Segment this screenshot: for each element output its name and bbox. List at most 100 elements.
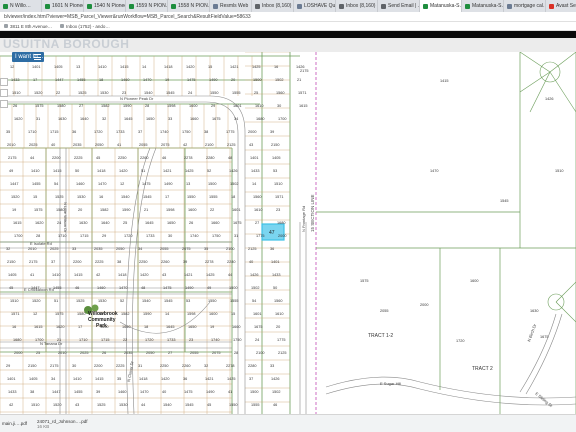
parcel-number: 1530 [119,403,127,407]
parcel-number: 1560 [253,195,261,199]
browser-tab-strip: N Willo… 1601 N Pioneer… 1540 N Pioneer… 15… [0,0,576,12]
parcel-number: 2010 [7,143,15,147]
browser-tab[interactable]: Resmls Web [210,0,252,12]
parcel-number: 13 [99,312,103,316]
parcel-number: 1640 [122,325,130,329]
browser-tab[interactable]: 1540 N Pioneer… [84,0,126,12]
parcel-number: 43 [162,273,166,277]
parcel-number: 1601 [253,312,261,316]
parcel-number: 2175 [50,364,58,368]
menu-icon[interactable] [34,54,41,60]
parcel-number: 1418 [164,65,172,69]
parcel-number: 33 [72,247,76,251]
browser-tab[interactable]: Matanuska-S… [420,0,462,12]
parcel-number: 39 [96,390,100,394]
parcel-number: 1433 [251,169,259,173]
parcel-number: 1433 [8,390,16,394]
parcel-number: 1645 [145,221,153,225]
parcel-number: 1475 [184,390,192,394]
tract-boundaries [316,52,576,414]
parcel-number: 1580 [77,312,85,316]
parcel-number: 1545 [500,199,508,203]
layers-icon[interactable] [0,100,8,108]
parcel-number: 1720 [456,339,464,343]
parcel-number: 37 [249,377,253,381]
parcel-number: 1715 [101,338,109,342]
parcel-number: 12 [10,65,14,69]
parcel-number: 19 [12,208,16,212]
parcel-number: 1530 [98,299,106,303]
parcel-number: 2035 [73,143,81,147]
parcel-number: 1550 [229,403,237,407]
parcel-number: 1460 [97,286,105,290]
parcel-number: 1630 [530,309,538,313]
parcel-number: 16 [274,65,278,69]
parcel-number: 24 [57,221,61,225]
parcel-number: 25 [123,221,127,225]
bookmark-item[interactable]: 3811 E 8th Avenue… [4,24,52,29]
parcel-number: 12 [33,312,37,316]
parcel-number: 1715 [80,234,88,238]
parcel-number: 1630 [79,221,87,225]
parcel-number: 1715 [50,130,58,134]
parcel-number: 1580 [57,104,65,108]
browser-tab[interactable]: Inbox (8,160) [336,0,378,12]
parcel-number: 1420 [186,65,194,69]
parcel-number: 2055 [380,309,388,313]
parcel-number: 1660 [211,221,219,225]
map-canvas[interactable]: 47 Willowbrook Community Park N Pioneer … [0,52,576,414]
parcel-number: 1415 [74,273,82,277]
parcel-number: 1415 [120,65,128,69]
tract-label: TRACT 2 [472,366,493,372]
parcel-number: 1740 [211,338,219,342]
parcel-number: 1510 [10,299,18,303]
parcel-number: 1555 [232,91,240,95]
parcel-number: 1675 [233,221,241,225]
map-icon [129,3,134,9]
parcel-number: 36 [183,377,187,381]
zoom-in-icon[interactable] [0,78,8,86]
parcel-number: 17 [78,325,82,329]
parcel-number: 1775 [256,234,264,238]
parcel-map[interactable]: 47 Willowbrook Community Park N Pioneer … [0,52,576,414]
parcel-number: 22 [210,208,214,212]
parcel-number: 18 [144,325,148,329]
browser-tab[interactable]: LOSHAVE Quest… [294,0,336,12]
address-bar[interactable]: b/viewer/index.html?viewer=MSB_Parcel_Vi… [0,12,576,22]
parcel-number: 16 [99,195,103,199]
browser-tab[interactable]: 1558 N PION… [168,0,210,12]
parcel-number: 42 [96,273,100,277]
parcel-number: 31 [36,117,40,121]
bookmark-item[interactable]: Inbox (1752) - ando… [60,24,110,29]
parcel-number: 1470 [119,286,127,290]
parcel-number: 2025 [29,143,37,147]
parcel-number: 1525 [78,91,86,95]
browser-tab[interactable]: Send Email | … [378,0,420,12]
parcel-number: 1640 [80,117,88,121]
parcel-number: 1675 [540,335,548,339]
parcel-number: 2000 [420,303,428,307]
browser-tab[interactable]: Matanuska-S… [462,0,504,12]
parcel-number: 19 [210,325,214,329]
parcel-number: 32 [102,117,106,121]
zoom-out-icon[interactable] [0,89,8,97]
parcel-number: 1510 [31,403,39,407]
parcel-number: 1475 [187,78,195,82]
parcel-number: 30 [277,104,281,108]
browser-tab[interactable]: N Willo… [0,0,42,12]
browser-tab[interactable]: Inbox (8,160) [252,0,294,12]
browser-tab[interactable]: 1601 N Pioneer… [42,0,84,12]
download-item[interactable]: 24071_rd_Johnson….pdf 16 KB [37,419,88,429]
download-item[interactable]: main.ji….pdf [2,421,27,426]
browser-tab[interactable]: 1559 N PION… [126,0,168,12]
parcel-number: 38 [30,390,34,394]
browser-tab[interactable]: Avast Secure… [546,0,576,12]
parcel-number: 1502 [230,182,238,186]
parcel-number: 34 [234,117,238,121]
parcel-number: 1410 [73,377,81,381]
parcel-number: 2125 [278,351,286,355]
browser-tab[interactable]: mortgage cal… [504,0,546,12]
parcel-number: 2278 [226,364,234,368]
parcel-number: 1615 [299,104,307,108]
parcel-number: 1421 [230,65,238,69]
